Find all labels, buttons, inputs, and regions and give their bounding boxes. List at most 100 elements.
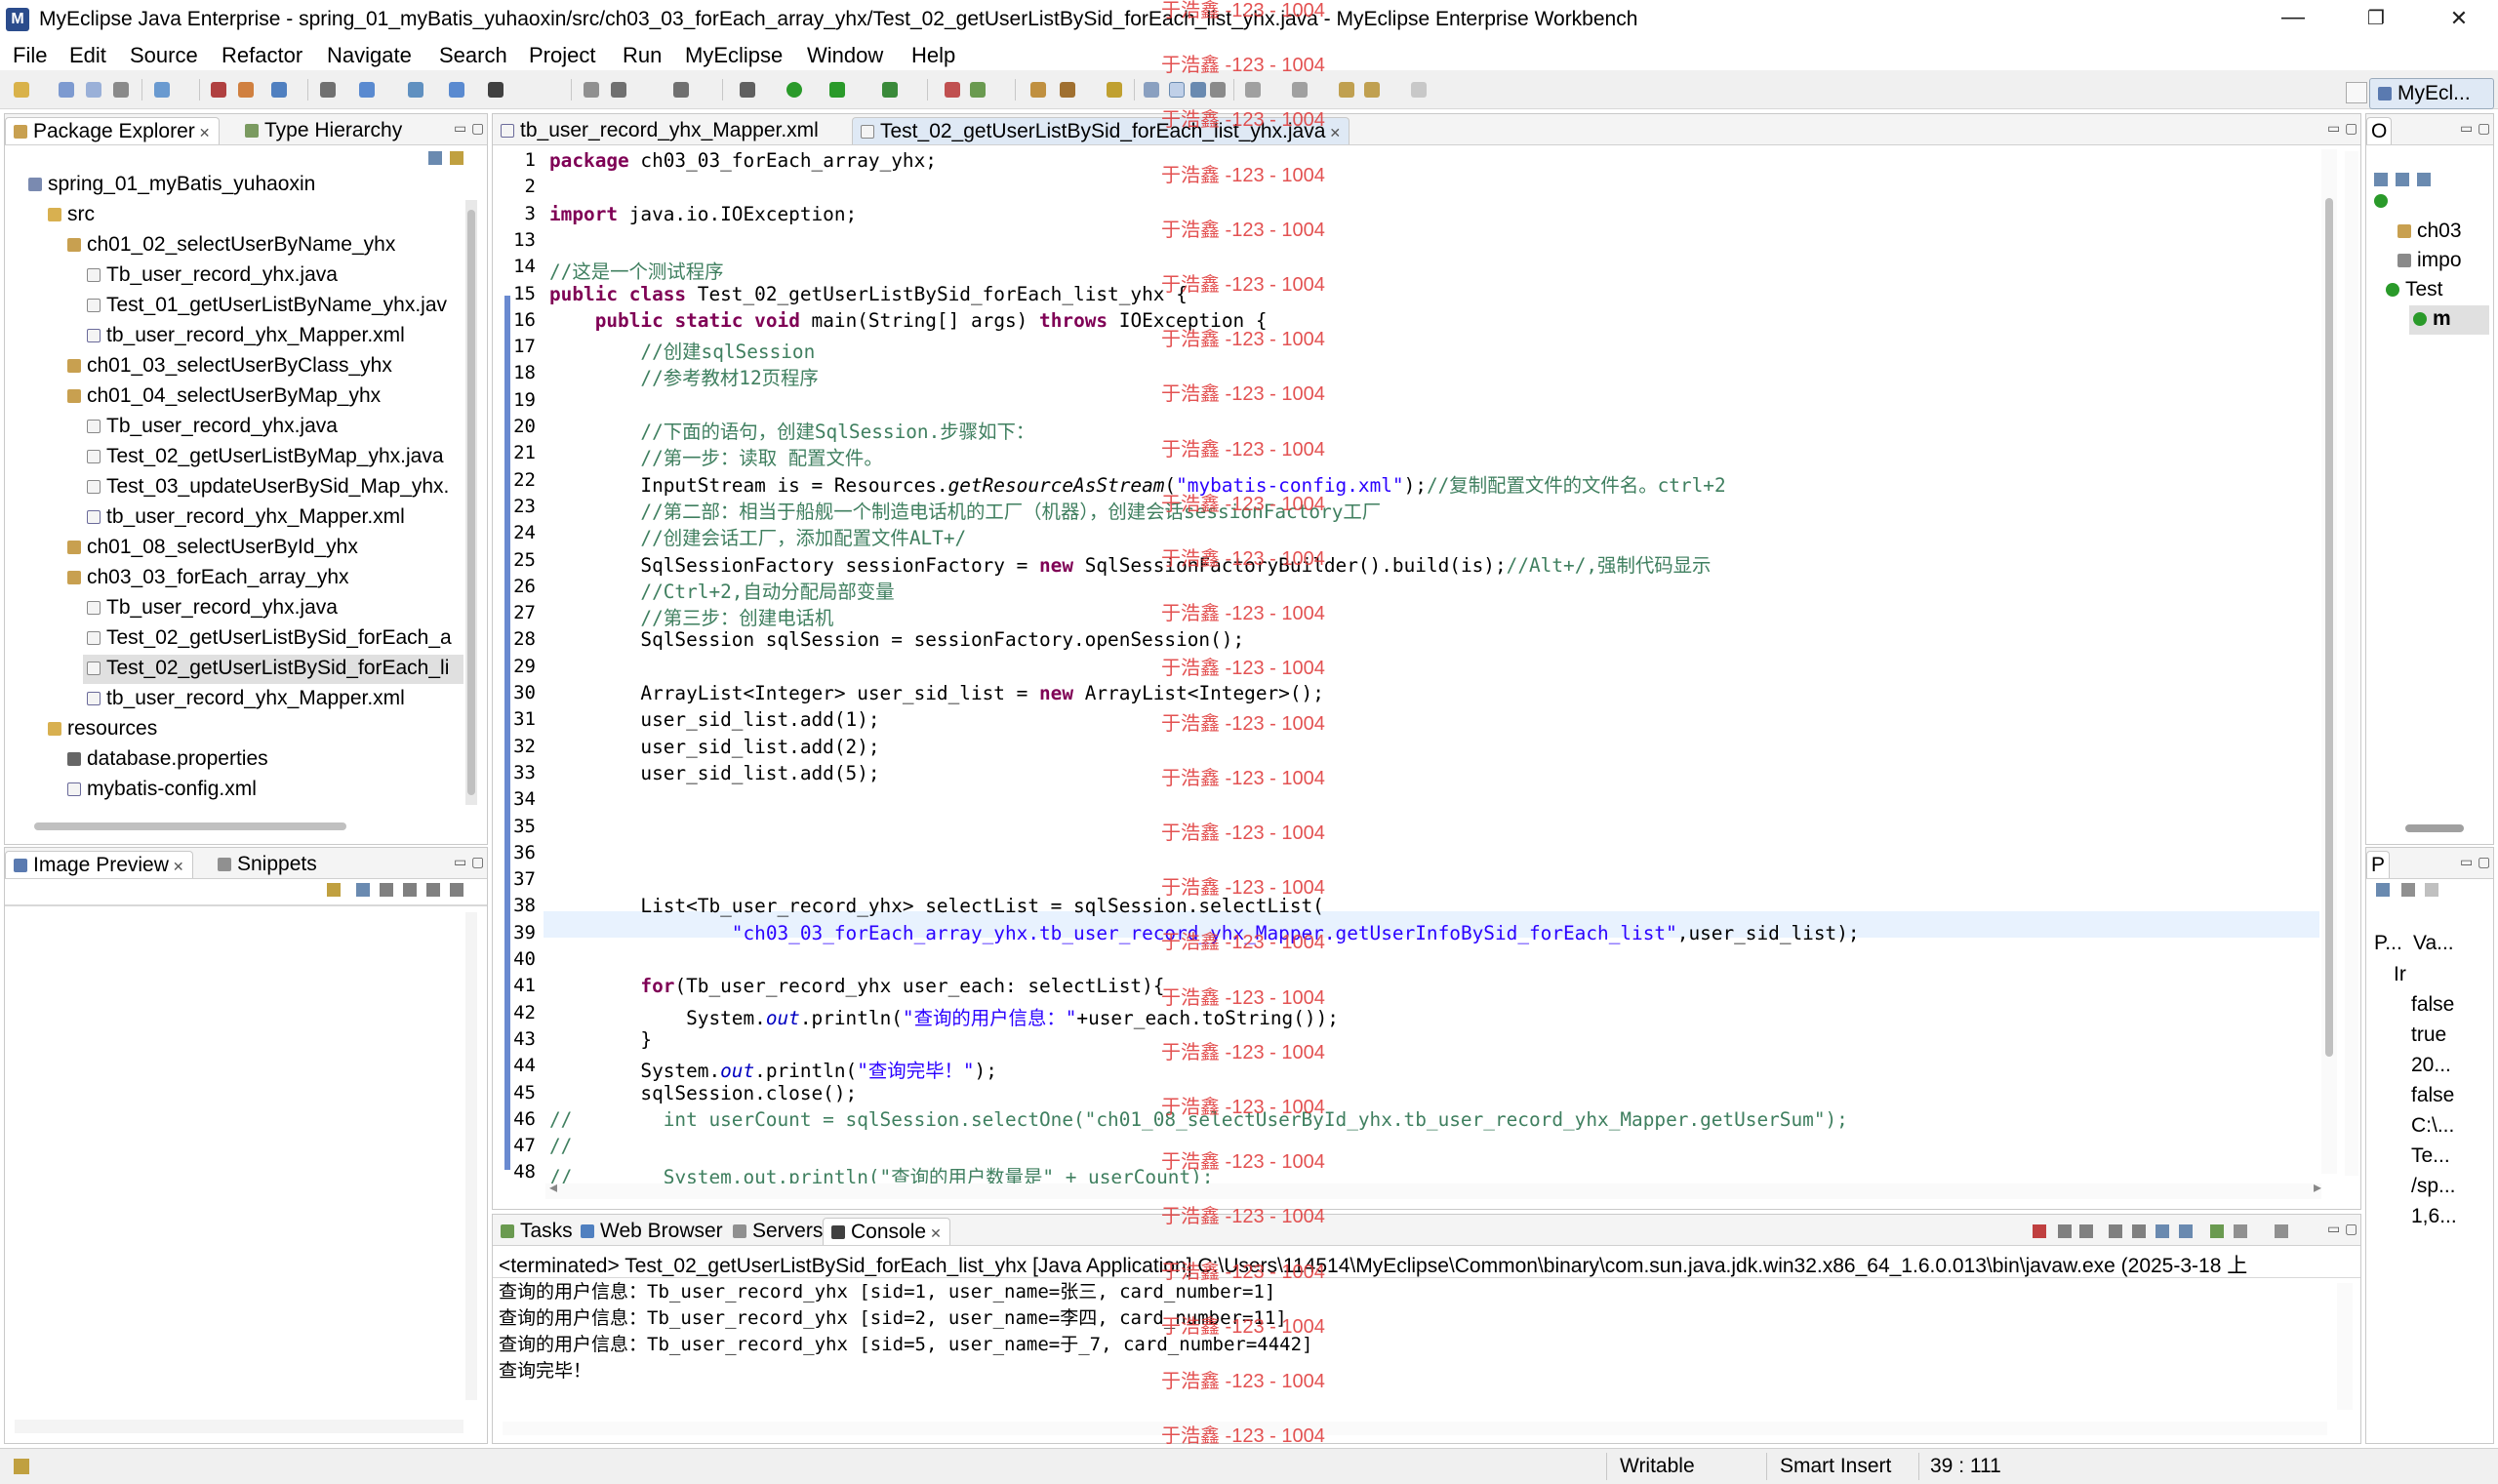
tree-item-project[interactable]: spring_01_myBatis_yuhaoxin	[28, 173, 315, 196]
code-line[interactable]: System.out.println("查询完毕！");	[549, 1055, 997, 1083]
menu-myeclipse[interactable]: MyEclipse	[685, 43, 783, 68]
next-annotation-icon[interactable]	[1245, 82, 1261, 98]
code-line[interactable]: SqlSession sqlSession = sessionFactory.o…	[549, 628, 1244, 651]
tab-mapper-xml[interactable]: tb_user_record_yhx_Mapper.xml	[493, 117, 826, 144]
tree-item-file[interactable]: tb_user_record_yhx_Mapper.xml	[87, 687, 405, 710]
debug-icon[interactable]	[829, 82, 845, 98]
show-whitespace-icon[interactable]	[1210, 82, 1226, 98]
annotation-icon[interactable]	[1144, 82, 1159, 98]
tree-item-package[interactable]: ch01_02_selectUserByName_yhx	[67, 233, 395, 257]
new-package-icon[interactable]	[970, 82, 986, 98]
zoom-out-icon[interactable]	[380, 883, 393, 897]
zoom-in-icon[interactable]	[403, 883, 417, 897]
new-class-icon[interactable]	[945, 82, 960, 98]
debug-perspective-icon[interactable]	[320, 82, 336, 98]
display-console-icon[interactable]	[2234, 1224, 2247, 1238]
minimize-button[interactable]: —	[2274, 4, 2313, 31]
designer-icon[interactable]	[359, 82, 375, 98]
block-select-icon[interactable]	[1190, 82, 1206, 98]
menu-refactor[interactable]: Refactor	[222, 43, 302, 68]
code-line[interactable]: package ch03_03_forEach_array_yhx;	[549, 149, 937, 172]
maximize-view-icon[interactable]: ▢	[2478, 120, 2490, 137]
minimize-view-icon[interactable]: ▭	[2460, 120, 2473, 137]
code-line[interactable]: InputStream is = Resources.getResourceAs…	[549, 469, 1725, 498]
minimize-view-icon[interactable]: ▭	[2327, 120, 2340, 137]
deploy-icon[interactable]	[211, 82, 226, 98]
tree-item-file[interactable]: database.properties	[67, 747, 268, 771]
console-vscroll[interactable]	[2337, 1283, 2353, 1410]
open-perspective-icon[interactable]	[2346, 82, 2367, 103]
menu-run[interactable]: Run	[623, 43, 662, 68]
code-line[interactable]: SqlSessionFactory sessionFactory = new S…	[549, 549, 1711, 578]
hide-fields-icon[interactable]	[2396, 173, 2409, 186]
console-hscroll[interactable]	[503, 1422, 2327, 1435]
new-icon[interactable]	[14, 82, 29, 98]
save-all-icon[interactable]	[86, 82, 101, 98]
tree-item-file[interactable]: Test_02_getUserListBySid_forEach_a	[87, 626, 452, 650]
minimize-view-icon[interactable]: ▭	[454, 120, 466, 137]
tab-console[interactable]: Console ✕	[823, 1218, 950, 1245]
restore-button[interactable]: ❐	[2357, 6, 2396, 30]
code-line[interactable]: //这是一个测试程序	[549, 256, 723, 284]
tab-package-explorer[interactable]: Package Explorer ✕	[5, 117, 220, 144]
code-line[interactable]: //第三步：创建电话机	[549, 602, 833, 630]
code-line[interactable]: //创建sqlSession	[549, 336, 815, 364]
preview-vscroll[interactable]	[465, 912, 477, 1400]
code-line[interactable]: //第一步：读取 配置文件。	[549, 442, 882, 470]
code-line[interactable]: //参考教材12页程序	[549, 362, 818, 390]
tree-item-package[interactable]: ch03_03_forEach_array_yhx	[67, 566, 349, 589]
code-line[interactable]: public static void main(String[] args) t…	[549, 309, 1268, 332]
close-icon[interactable]: ✕	[199, 125, 211, 140]
open-console-icon[interactable]	[2275, 1224, 2288, 1238]
perspective-myeclipse[interactable]: MyEcl...	[2369, 78, 2494, 109]
code-line[interactable]: import java.io.IOException;	[549, 203, 857, 225]
maximize-view-icon[interactable]: ▢	[2478, 854, 2490, 870]
sort-icon[interactable]	[2374, 173, 2388, 186]
tree-item-file-selected[interactable]: Test_02_getUserListBySid_forEach_li	[83, 655, 463, 684]
code-line[interactable]: //	[549, 1135, 572, 1157]
tab-snippets[interactable]: Snippets	[210, 851, 325, 878]
tab-type-hierarchy[interactable]: Type Hierarchy	[237, 117, 410, 144]
property-value[interactable]: true	[2411, 1023, 2446, 1047]
prev-annotation-icon[interactable]	[1292, 82, 1308, 98]
tree-item-file[interactable]: Tb_user_record_yhx.java	[87, 415, 338, 438]
code-line[interactable]: public class Test_02_getUserListBySid_fo…	[549, 283, 1188, 305]
property-value[interactable]: Te...	[2411, 1144, 2450, 1168]
tree-item-file[interactable]: mybatis-config.xml	[67, 778, 257, 801]
pin-console-icon[interactable]	[2210, 1224, 2224, 1238]
code-line[interactable]: user_sid_list.add(1);	[549, 708, 879, 731]
property-value[interactable]: C:\...	[2411, 1114, 2454, 1138]
tree-item-file[interactable]: Test_01_getUserListByName_yhx.jav	[87, 294, 447, 317]
tab-outline[interactable]: O	[2366, 117, 2393, 144]
tool-a-icon[interactable]	[584, 82, 599, 98]
tree-item-package[interactable]: ch01_04_selectUserByMap_yhx	[67, 384, 381, 408]
code-line[interactable]: for(Tb_user_record_yhx user_each: select…	[549, 975, 1164, 997]
scroll-lock-icon[interactable]	[2132, 1224, 2146, 1238]
tool-c-icon[interactable]	[673, 82, 689, 98]
tab-properties[interactable]: P	[2366, 851, 2391, 878]
connect-icon[interactable]	[408, 82, 423, 98]
property-value[interactable]: 20...	[2411, 1054, 2451, 1077]
save-icon[interactable]	[59, 82, 74, 98]
tab-web-browser[interactable]: Web Browser	[573, 1218, 731, 1245]
maximize-view-icon[interactable]: ▢	[471, 854, 484, 870]
tree-item-file[interactable]: tb_user_record_yhx_Mapper.xml	[87, 324, 405, 347]
tree-item-package[interactable]: ch01_03_selectUserByClass_yhx	[67, 354, 392, 378]
maximize-view-icon[interactable]: ▢	[2345, 1221, 2357, 1237]
menu-help[interactable]: Help	[911, 43, 955, 68]
terminate-icon[interactable]	[2033, 1224, 2046, 1238]
tree-item-file[interactable]: Tb_user_record_yhx.java	[87, 263, 338, 287]
toggle-background-icon[interactable]	[450, 883, 463, 897]
editor-vscroll[interactable]	[2321, 149, 2337, 1174]
tree-item-resources[interactable]: resources	[48, 717, 157, 741]
tree-item-file[interactable]: Tb_user_record_yhx.java	[87, 596, 338, 620]
refresh-icon[interactable]	[327, 883, 341, 897]
code-line[interactable]: //创建会话工厂，添加配置文件ALT+/	[549, 522, 966, 550]
categories-icon[interactable]	[2376, 883, 2390, 897]
menu-project[interactable]: Project	[529, 43, 595, 68]
clear-console-icon[interactable]	[2109, 1224, 2122, 1238]
tree-item-file[interactable]: Test_02_getUserListByMap_yhx.java	[87, 445, 444, 468]
globe-icon[interactable]	[488, 82, 504, 98]
show-stdout-icon[interactable]	[2156, 1224, 2169, 1238]
launch-icon[interactable]	[449, 82, 464, 98]
